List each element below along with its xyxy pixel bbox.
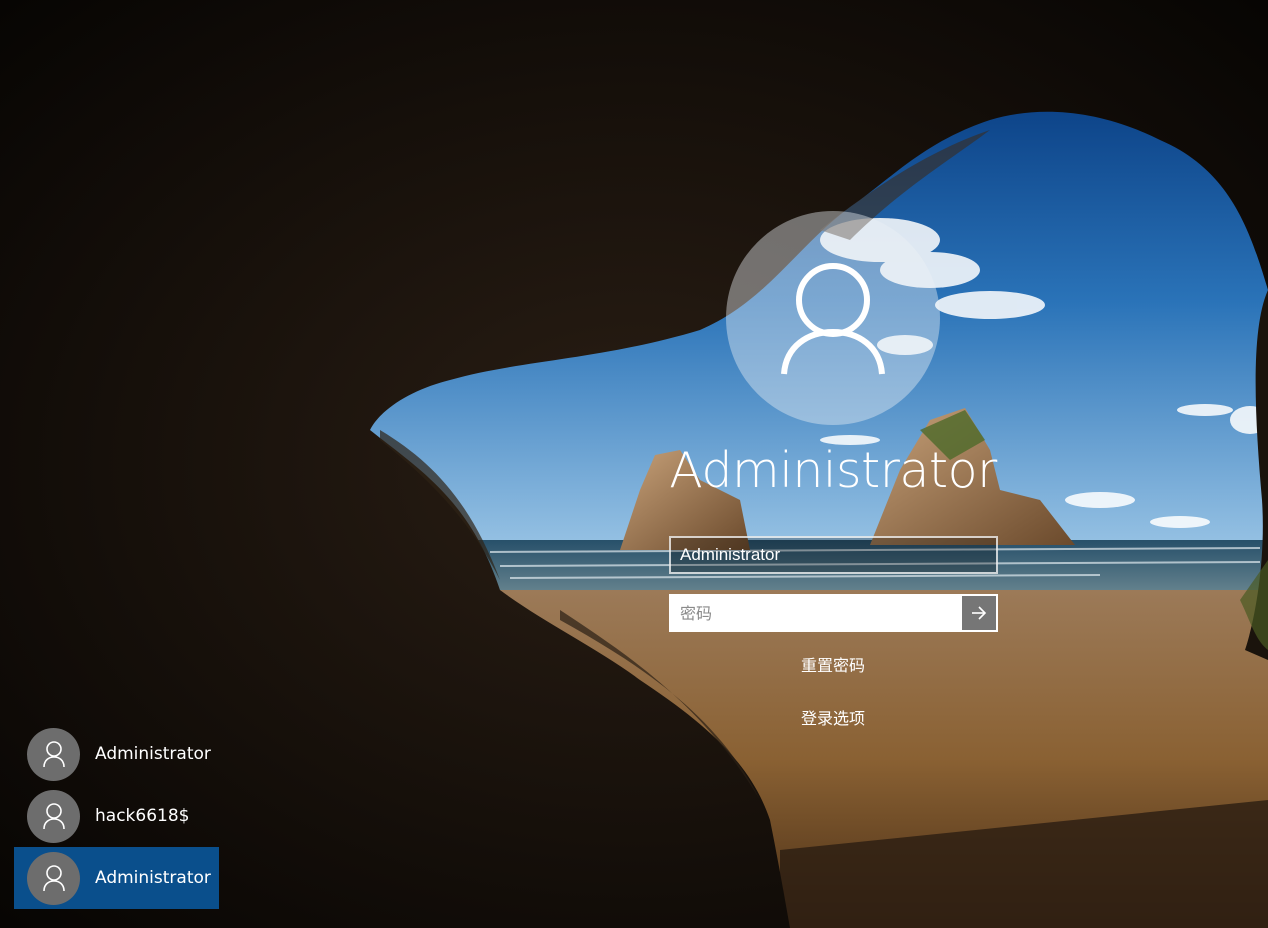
account-item[interactable]: Administrator — [14, 723, 219, 785]
account-item[interactable]: hack6618$ — [14, 785, 219, 847]
arrow-right-icon — [972, 606, 987, 620]
account-name: Administrator — [95, 744, 211, 764]
password-box — [669, 594, 998, 632]
account-name: Administrator — [95, 868, 211, 888]
person-outline-icon — [42, 803, 65, 830]
person-outline-icon — [781, 263, 885, 375]
user-avatar-large — [726, 211, 940, 425]
account-list: Administrator hack6618$ Administrator — [14, 723, 219, 909]
account-item-selected[interactable]: Administrator — [14, 847, 219, 909]
avatar — [27, 727, 80, 781]
password-field[interactable] — [671, 596, 962, 630]
account-name: hack6618$ — [95, 806, 190, 826]
person-outline-icon — [42, 865, 65, 892]
reset-password-link[interactable]: 重置密码 — [733, 652, 933, 676]
lock-screen: Administrator 重置密码 登录选项 Administrator — [0, 0, 1268, 928]
avatar — [27, 851, 80, 905]
username-field[interactable] — [669, 536, 998, 574]
avatar — [27, 789, 80, 843]
signin-options-link[interactable]: 登录选项 — [733, 705, 933, 729]
submit-button[interactable] — [962, 596, 996, 630]
user-display-name: Administrator — [669, 442, 997, 499]
person-outline-icon — [42, 741, 65, 768]
